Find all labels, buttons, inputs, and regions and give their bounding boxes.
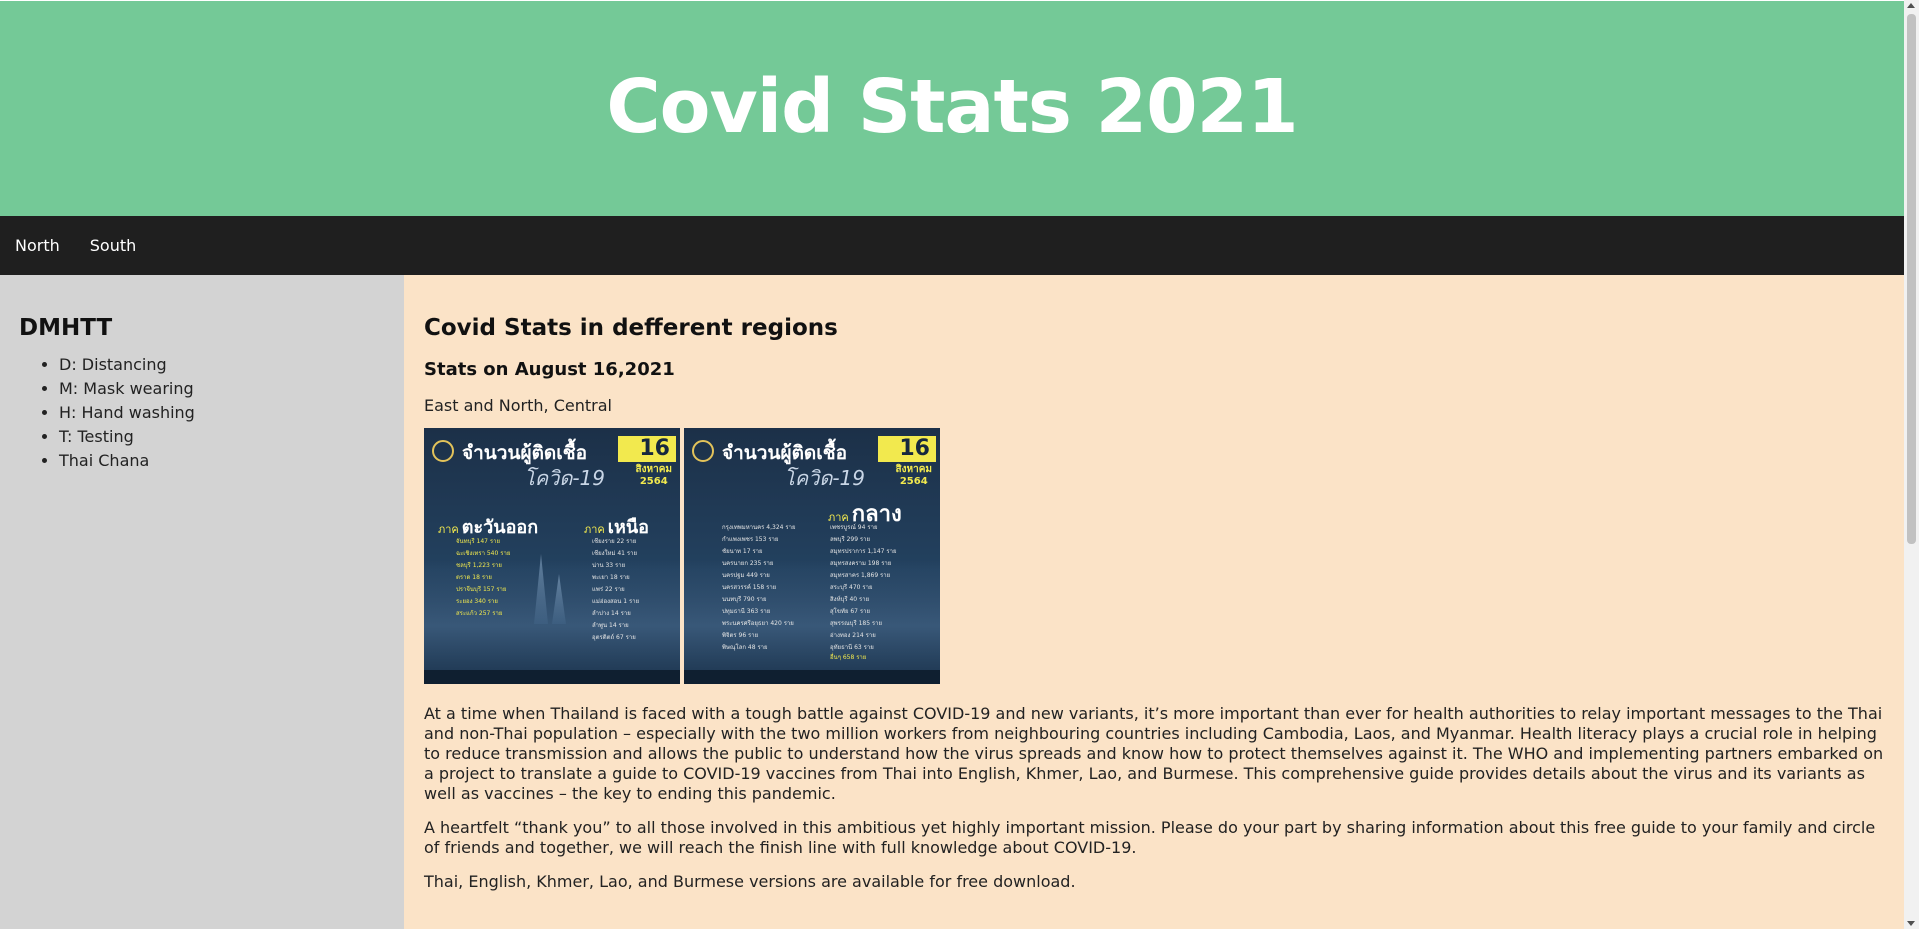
stats-image-central[interactable]: จำนวนผู้ติดเชื้อ โควิด-19 16 สิงหาคม 256… — [684, 428, 940, 684]
stat-row: สุโขทัย 67 ราย — [830, 608, 871, 615]
stat-row: พิษณุโลก 48 ราย — [722, 644, 768, 651]
poster-footer-bar — [424, 670, 680, 684]
vertical-scrollbar[interactable] — [1904, 0, 1919, 929]
stat-row: พะเยา 18 ราย — [592, 574, 630, 581]
main-content: Covid Stats in defferent regions Stats o… — [404, 275, 1904, 929]
stat-row: อ่างทอง 214 ราย — [830, 632, 876, 639]
stat-row: สุพรรณบุรี 185 ราย — [830, 620, 883, 627]
stat-row: ลพบุรี 299 ราย — [830, 536, 871, 543]
stat-row: นนทบุรี 790 ราย — [722, 596, 767, 603]
stat-row: ชัยนาท 17 ราย — [722, 548, 763, 555]
stat-row: ลำปาง 14 ราย — [592, 610, 631, 617]
main-heading: Covid Stats in defferent regions — [424, 315, 838, 341]
stat-row-other: อื่นๆ 658 ราย — [830, 654, 867, 661]
ministry-seal-icon — [692, 440, 714, 462]
body-paragraph-2: A heartfelt “thank you” to all those inv… — [424, 818, 1876, 857]
stat-row: เชียงใหม่ 41 ราย — [592, 550, 637, 557]
sidebar-item-thai-chana: Thai Chana — [59, 449, 404, 473]
top-navigation: North South — [0, 216, 1904, 275]
stat-row: สิงห์บุรี 40 ราย — [830, 596, 870, 603]
stat-row: นครสวรรค์ 158 ราย — [722, 584, 777, 591]
body-paragraph-1: At a time when Thailand is faced with a … — [424, 704, 1884, 803]
region-north-stats: เชียงราย 22 ราย เชียงใหม่ 41 ราย น่าน 33… — [592, 536, 639, 644]
stat-row: กำแพงเพชร 153 ราย — [722, 536, 779, 543]
region-east-name: ตะวันออก — [461, 517, 539, 538]
ministry-seal-icon — [432, 440, 454, 462]
stat-row: ฉะเชิงเทรา 540 ราย — [456, 550, 511, 557]
stat-row: เพชรบูรณ์ 94 ราย — [830, 524, 878, 531]
stat-row: พระนครศรีอยุธยา 420 ราย — [722, 620, 794, 627]
stat-row: ตราด 18 ราย — [456, 574, 492, 581]
stat-row: นครปฐม 449 ราย — [722, 572, 770, 579]
stat-row: เชียงราย 22 ราย — [592, 538, 637, 545]
stat-row: พิจิตร 96 ราย — [722, 632, 759, 639]
scrollbar-thumb[interactable] — [1907, 14, 1916, 544]
sidebar-item-hand-washing: H: Hand washing — [59, 401, 404, 425]
stat-row: ปทุมธานี 363 ราย — [722, 608, 771, 615]
sidebar-item-testing: T: Testing — [59, 425, 404, 449]
stat-row: สมุทรปราการ 1,147 ราย — [830, 548, 897, 555]
stat-row: ชลบุรี 1,223 ราย — [456, 562, 502, 569]
stat-row: แพร่ 22 ราย — [592, 586, 625, 593]
region-north-prefix: ภาค — [584, 523, 605, 536]
stat-row: ระยอง 340 ราย — [456, 598, 498, 605]
sidebar: DMHTT D: Distancing M: Mask wearing H: H… — [0, 275, 404, 929]
poster-year: 2564 — [899, 476, 928, 487]
sidebar-list: D: Distancing M: Mask wearing H: Hand wa… — [19, 353, 404, 473]
stats-date-heading: Stats on August 16,2021 — [424, 359, 675, 380]
region-central-stats-left: กรุงเทพมหานคร 4,324 ราย กำแพงเพชร 153 รา… — [722, 522, 795, 654]
poster-day: 16 — [618, 436, 676, 462]
body-paragraph-3: Thai, English, Khmer, Lao, and Burmese v… — [424, 872, 1076, 891]
poster-footer-bar — [684, 670, 940, 684]
stats-image-east-north[interactable]: จำนวนผู้ติดเชื้อ โควิด-19 16 สิงหาคม 256… — [424, 428, 680, 684]
stat-row: สระแก้ว 257 ราย — [456, 610, 503, 617]
sidebar-item-mask-wearing: M: Mask wearing — [59, 377, 404, 401]
nav-link-south[interactable]: South — [75, 216, 152, 275]
poster-month-year: สิงหาคม 2564 — [636, 464, 672, 488]
poster-subheading: โควิด-19 — [784, 466, 866, 490]
region-east-prefix: ภาค — [438, 523, 459, 536]
sidebar-item-distancing: D: Distancing — [59, 353, 404, 377]
regions-label: East and North, Central — [424, 396, 612, 415]
scroll-up-arrow-icon[interactable] — [1907, 3, 1915, 8]
page-header: Covid Stats 2021 — [0, 1, 1904, 216]
poster-month: สิงหาคม — [635, 464, 672, 475]
stat-row: ปราจีนบุรี 157 ราย — [456, 586, 507, 593]
stat-row: จันทบุรี 147 ราย — [456, 538, 500, 545]
poster-month: สิงหาคม — [895, 464, 932, 475]
page-title: Covid Stats 2021 — [606, 63, 1298, 150]
poster-day: 16 — [878, 436, 936, 462]
stat-row: สมุทรสาคร 1,869 ราย — [830, 572, 891, 579]
stat-row: สมุทรสงคราม 198 ราย — [830, 560, 892, 567]
stat-row: กรุงเทพมหานคร 4,324 ราย — [722, 524, 796, 531]
region-east-stats: จันทบุรี 147 ราย ฉะเชิงเทรา 540 ราย ชลบุ… — [456, 536, 510, 620]
poster-subheading: โควิด-19 — [524, 466, 606, 490]
region-north-name: เหนือ — [607, 517, 649, 538]
stat-row: น่าน 33 ราย — [592, 562, 626, 569]
stat-row: อุตรดิตถ์ 67 ราย — [592, 634, 636, 641]
stat-row: สระบุรี 470 ราย — [830, 584, 873, 591]
region-central-stats-right: เพชรบูรณ์ 94 ราย ลพบุรี 299 ราย สมุทรปรา… — [830, 522, 897, 654]
poster-year: 2564 — [639, 476, 668, 487]
nav-link-north[interactable]: North — [0, 216, 75, 275]
sidebar-title: DMHTT — [19, 315, 113, 341]
poster-month-year: สิงหาคม 2564 — [896, 464, 932, 488]
region-central-other: อื่นๆ 658 ราย — [830, 652, 866, 664]
scroll-down-arrow-icon[interactable] — [1907, 921, 1915, 926]
stat-row: นครนายก 235 ราย — [722, 560, 774, 567]
stat-row: ลำพูน 14 ราย — [592, 622, 629, 629]
stats-images: จำนวนผู้ติดเชื้อ โควิด-19 16 สิงหาคม 256… — [424, 428, 1884, 684]
stat-row: แม่ฮ่องสอน 1 ราย — [592, 598, 640, 605]
